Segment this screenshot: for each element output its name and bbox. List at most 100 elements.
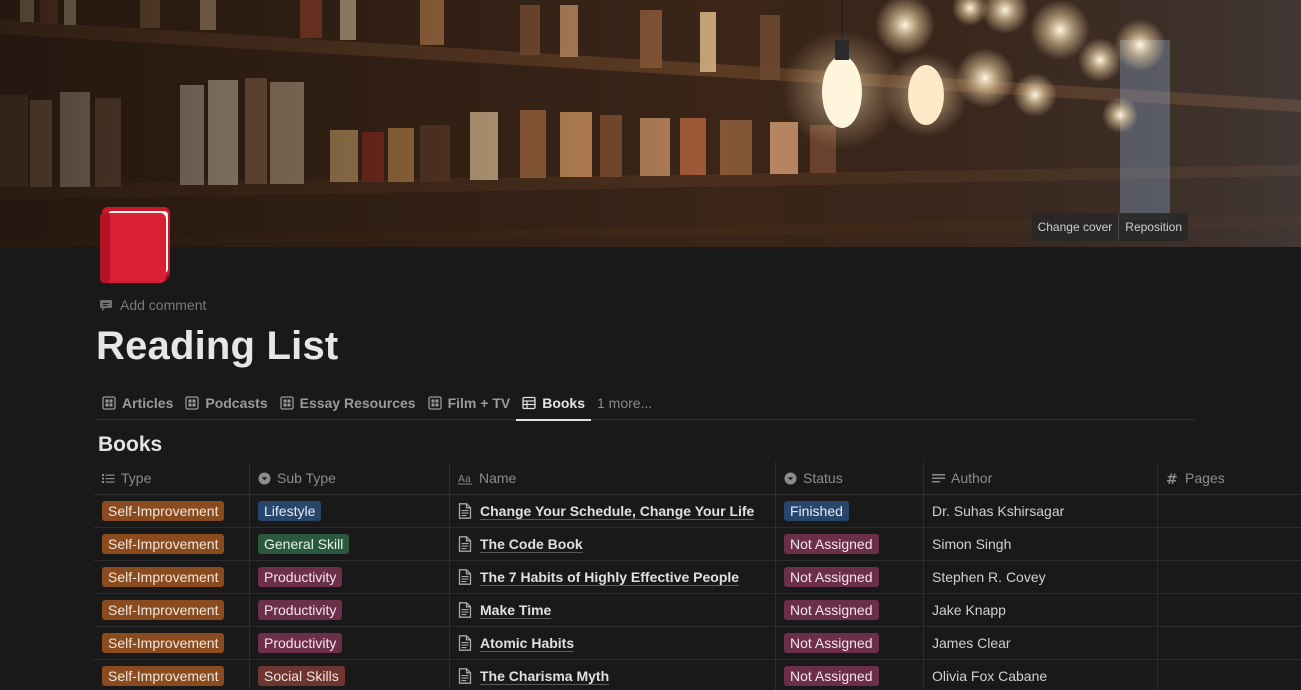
tab-label: Essay Resources xyxy=(299,395,416,411)
table-row[interactable]: Self-Improvement General Skill The Code Bo… xyxy=(94,528,1301,561)
view-tabs: Articles Podcasts Essay Resources Film +… xyxy=(96,387,1196,421)
pages-cell[interactable] xyxy=(1158,594,1301,626)
name-cell[interactable]: Make Time xyxy=(450,594,776,626)
table-row[interactable]: Self-Improvement Productivity Make Time Not… xyxy=(94,594,1301,627)
status-tag: Not Assigned xyxy=(784,534,879,554)
sub-type-tag: Social Skills xyxy=(258,666,345,686)
status-cell[interactable]: Not Assigned xyxy=(776,660,924,690)
sub-type-cell[interactable]: Productivity xyxy=(250,561,450,593)
page-icon xyxy=(458,569,472,585)
author-cell[interactable]: Stephen R. Covey xyxy=(924,561,1158,593)
sub-type-cell[interactable]: Productivity xyxy=(250,594,450,626)
tab-more[interactable]: 1 more... xyxy=(591,387,658,419)
table-row[interactable]: Self-Improvement Social Skills The Charism… xyxy=(94,660,1301,690)
column-header-pages[interactable]: # Pages xyxy=(1158,462,1301,494)
comment-icon xyxy=(100,300,112,311)
name-cell[interactable]: Atomic Habits xyxy=(450,627,776,659)
name-cell[interactable]: The Code Book xyxy=(450,528,776,560)
table-header-row: Type Sub Type Aa Name Status Author # Pa… xyxy=(94,462,1301,495)
book-title-link[interactable]: The Code Book xyxy=(458,536,583,552)
author-cell[interactable]: James Clear xyxy=(924,627,1158,659)
column-header-status[interactable]: Status xyxy=(776,462,924,494)
cover-image: Change cover Reposition xyxy=(0,0,1301,247)
red-book-icon[interactable] xyxy=(98,205,174,283)
page-title[interactable]: Reading List xyxy=(96,324,338,369)
author-cell[interactable]: Jake Knapp xyxy=(924,594,1158,626)
pages-cell[interactable] xyxy=(1158,627,1301,659)
type-cell[interactable]: Self-Improvement xyxy=(94,594,250,626)
type-tag: Self-Improvement xyxy=(102,501,225,521)
sub-type-cell[interactable]: Social Skills xyxy=(250,660,450,690)
sub-type-tag: Lifestyle xyxy=(258,501,322,521)
tab-books[interactable]: Books xyxy=(516,387,591,421)
type-cell[interactable]: Self-Improvement xyxy=(94,561,250,593)
column-label: Status xyxy=(803,470,843,486)
svg-text:Aa: Aa xyxy=(458,474,471,485)
tab-label: Podcasts xyxy=(205,395,268,411)
book-title-link[interactable]: Atomic Habits xyxy=(458,635,574,651)
sub-type-cell[interactable]: Lifestyle xyxy=(250,495,450,527)
reposition-button[interactable]: Reposition xyxy=(1118,213,1188,241)
author-cell[interactable]: Olivia Fox Cabane xyxy=(924,660,1158,690)
books-table: Type Sub Type Aa Name Status Author # Pa… xyxy=(94,462,1301,690)
type-cell[interactable]: Self-Improvement xyxy=(94,528,250,560)
column-header-sub-type[interactable]: Sub Type xyxy=(250,462,450,494)
sub-type-tag: Productivity xyxy=(258,567,343,587)
sub-type-cell[interactable]: General Skill xyxy=(250,528,450,560)
table-row[interactable]: Self-Improvement Productivity Atomic Habit… xyxy=(94,627,1301,660)
column-header-name[interactable]: Aa Name xyxy=(450,462,776,494)
sub-type-tag: General Skill xyxy=(258,534,350,554)
list-icon xyxy=(102,473,115,483)
type-tag: Self-Improvement xyxy=(102,633,225,653)
page-icon xyxy=(458,602,472,618)
author-cell[interactable]: Simon Singh xyxy=(924,528,1158,560)
status-cell[interactable]: Not Assigned xyxy=(776,528,924,560)
type-cell[interactable]: Self-Improvement xyxy=(94,627,250,659)
name-cell[interactable]: Change Your Schedule, Change Your Life xyxy=(450,495,776,527)
book-title-link[interactable]: The 7 Habits of Highly Effective People xyxy=(458,569,739,585)
status-cell[interactable]: Not Assigned xyxy=(776,561,924,593)
pages-cell[interactable] xyxy=(1158,495,1301,527)
column-label: Pages xyxy=(1185,470,1225,486)
book-title-link[interactable]: Make Time xyxy=(458,602,551,618)
tab-label: Film + TV xyxy=(447,395,511,411)
status-cell[interactable]: Finished xyxy=(776,495,924,527)
book-title-link[interactable]: The Charisma Myth xyxy=(458,668,609,684)
database-title[interactable]: Books xyxy=(98,433,162,457)
type-cell[interactable]: Self-Improvement xyxy=(94,660,250,690)
tab-essay-resources[interactable]: Essay Resources xyxy=(274,387,422,419)
tab-film-tv[interactable]: Film + TV xyxy=(422,387,517,419)
tab-articles[interactable]: Articles xyxy=(96,387,179,419)
pages-cell[interactable] xyxy=(1158,561,1301,593)
pages-cell[interactable] xyxy=(1158,528,1301,560)
status-cell[interactable]: Not Assigned xyxy=(776,594,924,626)
column-header-author[interactable]: Author xyxy=(924,462,1158,494)
status-tag: Not Assigned xyxy=(784,666,879,686)
pages-cell[interactable] xyxy=(1158,660,1301,690)
author-text: Stephen R. Covey xyxy=(932,569,1046,585)
name-cell[interactable]: The 7 Habits of Highly Effective People xyxy=(450,561,776,593)
table-row[interactable]: Self-Improvement Productivity The 7 Habits… xyxy=(94,561,1301,594)
status-cell[interactable]: Not Assigned xyxy=(776,627,924,659)
author-text: Dr. Suhas Kshirsagar xyxy=(932,503,1065,519)
book-title-link[interactable]: Change Your Schedule, Change Your Life xyxy=(458,503,754,519)
title-icon: Aa xyxy=(458,474,472,485)
book-title: Atomic Habits xyxy=(480,635,575,651)
svg-text:#: # xyxy=(1166,472,1178,485)
column-header-type[interactable]: Type xyxy=(94,462,250,494)
page-icon xyxy=(458,536,472,552)
tab-podcasts[interactable]: Podcasts xyxy=(179,387,273,419)
book-title: The Charisma Myth xyxy=(480,668,610,684)
add-comment-label: Add comment xyxy=(120,297,207,313)
table-row[interactable]: Self-Improvement Lifestyle Change Your Sch… xyxy=(94,495,1301,528)
change-cover-button[interactable]: Change cover xyxy=(1032,213,1119,241)
tab-label: 1 more... xyxy=(597,395,653,411)
name-cell[interactable]: The Charisma Myth xyxy=(450,660,776,690)
book-title: The Code Book xyxy=(480,536,583,552)
add-comment-button[interactable]: Add comment xyxy=(99,297,206,313)
author-cell[interactable]: Dr. Suhas Kshirsagar xyxy=(924,495,1158,527)
type-cell[interactable]: Self-Improvement xyxy=(94,495,250,527)
sub-type-cell[interactable]: Productivity xyxy=(250,627,450,659)
cover-controls: Change cover Reposition xyxy=(1031,213,1188,241)
gallery-icon xyxy=(279,396,294,410)
